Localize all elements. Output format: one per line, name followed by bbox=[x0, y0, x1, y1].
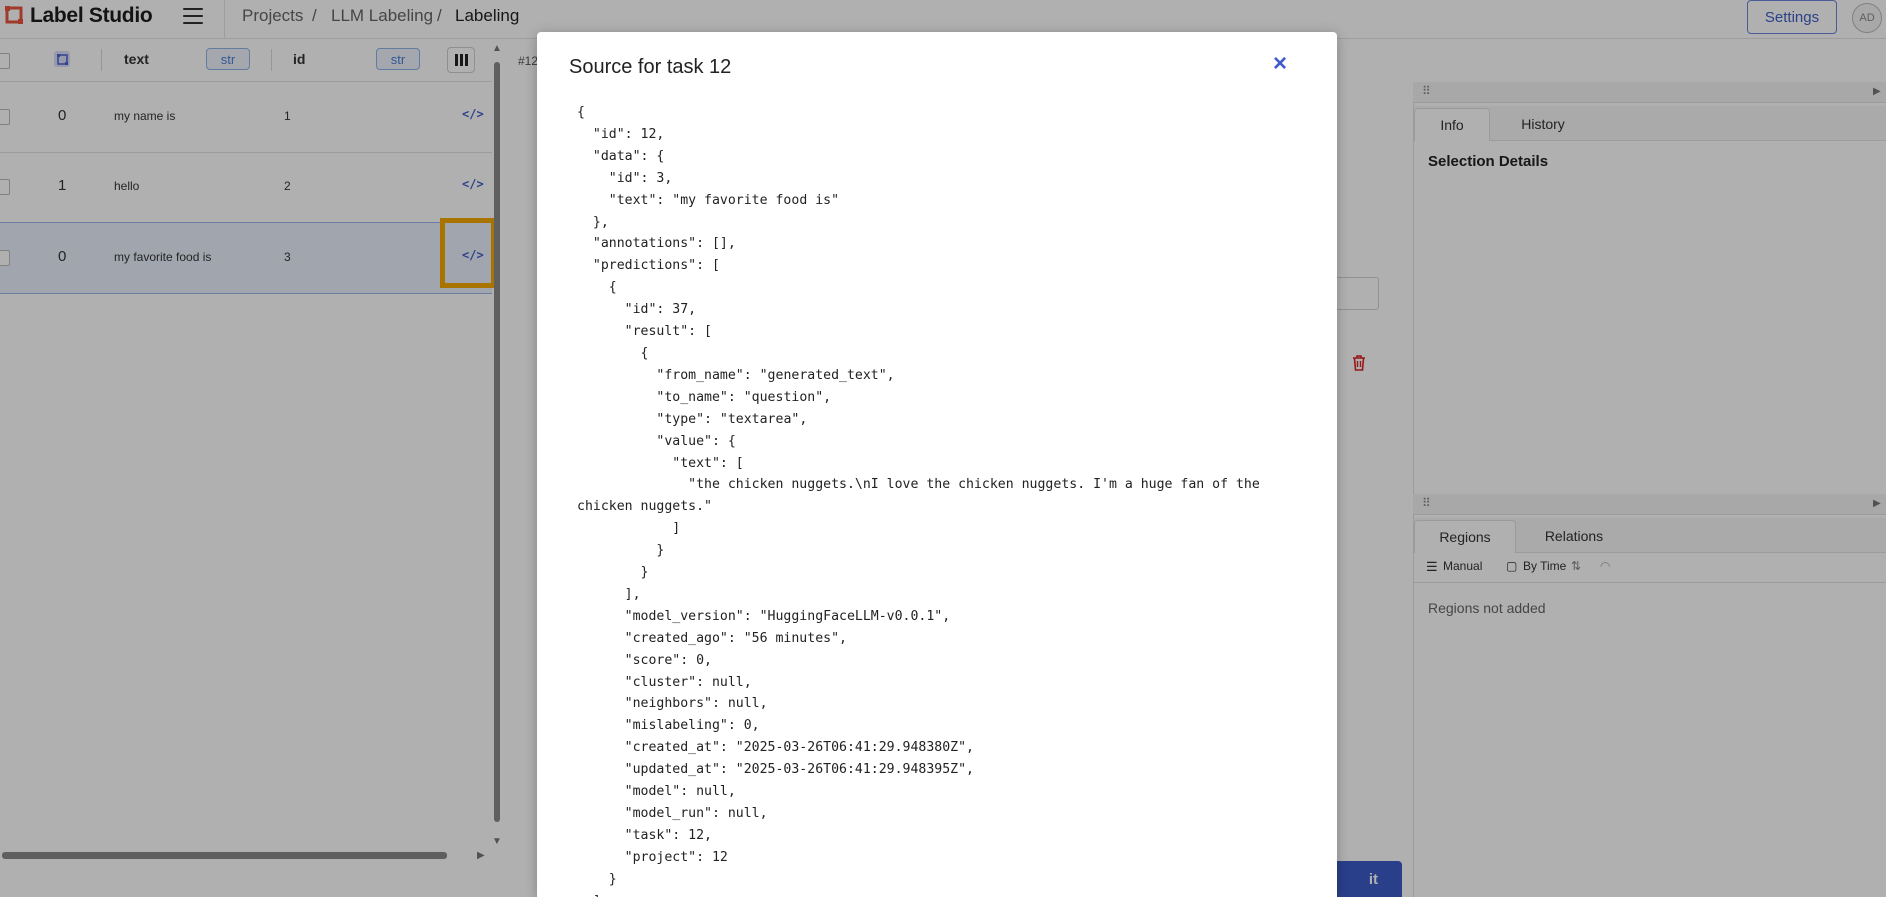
task-source-json: { "id": 12, "data": { "id": 3, "text": "… bbox=[577, 105, 1260, 897]
close-icon[interactable]: × bbox=[1273, 50, 1287, 78]
source-modal: Source for task 12 × { "id": 12, "data":… bbox=[537, 32, 1337, 897]
modal-title: Source for task 12 bbox=[569, 56, 732, 78]
